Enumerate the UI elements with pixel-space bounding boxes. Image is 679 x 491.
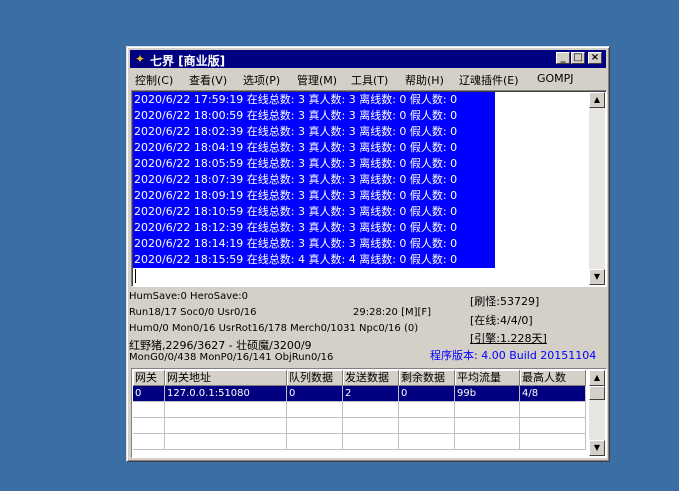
maximize-button[interactable]: □ xyxy=(571,52,585,64)
title-bar[interactable]: ✦ 七界 [商业版] _ □ × xyxy=(130,50,606,68)
column-header-sent[interactable]: 发送数据 xyxy=(343,370,399,386)
log-line: 2020/6/22 18:14:19 在线总数: 3 真人数: 3 离线数: 0… xyxy=(133,236,495,252)
log-line: 2020/6/22 18:07:39 在线总数: 3 真人数: 3 离线数: 0… xyxy=(133,172,495,188)
column-header-address[interactable]: 网关地址 xyxy=(165,370,287,386)
main-window: ✦ 七界 [商业版] _ □ × 控制(C) 查看(V) 选项(P) 管理(M)… xyxy=(126,46,610,462)
gateway-table[interactable]: 网关 网关地址 队列数据 发送数据 剩余数据 平均流量 最高人数 0 127.0… xyxy=(131,368,607,458)
scroll-up-arrow-icon[interactable]: ▲ xyxy=(589,370,605,386)
column-header-gateway[interactable]: 网关 xyxy=(133,370,165,386)
menu-help[interactable]: 帮助(H) xyxy=(405,72,444,88)
log-line: 2020/6/22 18:10:59 在线总数: 3 真人数: 3 离线数: 0… xyxy=(133,204,495,220)
log-line: 2020/6/22 18:02:39 在线总数: 3 真人数: 3 离线数: 0… xyxy=(133,124,495,140)
menu-manage[interactable]: 管理(M) xyxy=(297,72,337,88)
engine-uptime: [引擎:1.228天] xyxy=(470,332,547,345)
scroll-down-arrow-icon[interactable]: ▼ xyxy=(589,440,605,456)
column-header-queue[interactable]: 队列数据 xyxy=(287,370,343,386)
log-line: 2020/6/22 18:15:59 在线总数: 4 真人数: 4 离线数: 0… xyxy=(133,252,495,268)
run-status: Run18/17 Soc0/0 Usr0/16 xyxy=(129,307,257,318)
log-line: 2020/6/22 18:09:19 在线总数: 3 真人数: 3 离线数: 0… xyxy=(133,188,495,204)
save-status: HumSave:0 HeroSave:0 xyxy=(129,291,249,302)
scroll-up-arrow-icon[interactable]: ▲ xyxy=(589,92,605,108)
log-line: 2020/6/22 17:59:19 在线总数: 3 真人数: 3 离线数: 0… xyxy=(133,92,495,108)
menu-plugins[interactable]: 辽魂插件(E) xyxy=(459,72,519,88)
log-line: 2020/6/22 18:05:59 在线总数: 3 真人数: 3 离线数: 0… xyxy=(133,156,495,172)
program-version: 程序版本: 4.00 Build 20151104 xyxy=(430,349,597,362)
cell-sent: 2 xyxy=(343,386,399,402)
column-header-remaining[interactable]: 剩余数据 xyxy=(399,370,455,386)
log-line: 2020/6/22 18:12:39 在线总数: 3 真人数: 3 离线数: 0… xyxy=(133,220,495,236)
log-line: 2020/6/22 18:04:19 在线总数: 3 真人数: 3 离线数: 0… xyxy=(133,140,495,156)
cell-max-users: 4/8 xyxy=(520,386,586,402)
menu-bar: 控制(C) 查看(V) 选项(P) 管理(M) 工具(T) 帮助(H) 辽魂插件… xyxy=(130,69,606,88)
mong-status: MonG0/0/438 MonP0/16/141 ObjRun0/16 xyxy=(129,352,334,363)
log-panel[interactable]: 2020/6/22 17:59:19 在线总数: 3 真人数: 3 离线数: 0… xyxy=(131,90,607,287)
uptime-text: 29:28:20 [M][F] xyxy=(353,307,432,318)
menu-control[interactable]: 控制(C) xyxy=(135,72,173,88)
scroll-thumb[interactable] xyxy=(589,386,605,400)
close-button[interactable]: × xyxy=(588,52,602,64)
column-header-max-users[interactable]: 最高人数 xyxy=(520,370,586,386)
menu-options[interactable]: 选项(P) xyxy=(243,72,280,88)
monster-status: 红野猪,2296/3627 - 壮硕魔/3200/9 xyxy=(129,339,312,352)
menu-view[interactable]: 查看(V) xyxy=(189,72,227,88)
scroll-down-arrow-icon[interactable]: ▼ xyxy=(589,269,605,285)
hum-status: Hum0/0 Mon0/16 UsrRot16/178 Merch0/1031 … xyxy=(129,323,419,334)
text-caret xyxy=(135,269,136,283)
minimize-button[interactable]: _ xyxy=(556,52,570,64)
cell-queue: 0 xyxy=(287,386,343,402)
table-scrollbar[interactable]: ▲ ▼ xyxy=(589,370,605,456)
menu-gompj[interactable]: GOMPJ xyxy=(537,72,574,85)
menu-tools[interactable]: 工具(T) xyxy=(351,72,388,88)
app-icon: ✦ xyxy=(134,52,146,66)
online-count: [在线:4/4/0] xyxy=(470,314,533,327)
log-scrollbar[interactable]: ▲ ▼ xyxy=(589,92,605,285)
window-title: 七界 [商业版] xyxy=(150,54,226,68)
refresh-monster-count: [刷怪:53729] xyxy=(470,295,540,308)
cell-remaining: 0 xyxy=(399,386,455,402)
cell-address: 127.0.0.1:51080 xyxy=(165,386,287,402)
log-line: 2020/6/22 18:00:59 在线总数: 3 真人数: 3 离线数: 0… xyxy=(133,108,495,124)
cell-avg-traffic: 99b xyxy=(455,386,520,402)
column-header-avg-traffic[interactable]: 平均流量 xyxy=(455,370,520,386)
cell-gateway: 0 xyxy=(133,386,165,402)
